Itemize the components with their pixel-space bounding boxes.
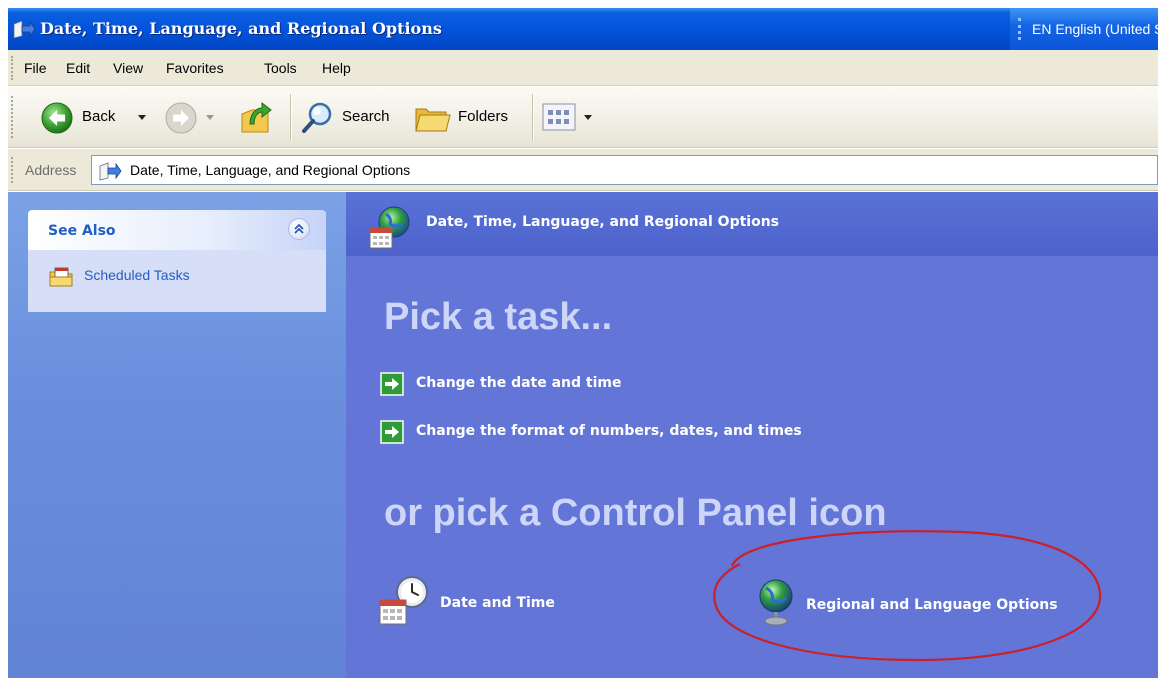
window-title: Date, Time, Language, and Regional Optio… xyxy=(40,19,442,38)
task-label[interactable]: Change the format of numbers, dates, and… xyxy=(416,423,802,439)
globe-icon xyxy=(756,576,796,632)
pick-task-heading: Pick a task... xyxy=(384,296,613,338)
search-icon xyxy=(300,100,336,140)
date-time-icon xyxy=(376,574,432,634)
date-time-language-category-icon xyxy=(366,204,414,252)
cp-icon-date-and-time[interactable]: Date and Time xyxy=(376,574,616,630)
green-arrow-icon xyxy=(380,372,404,396)
content-area: Date, Time, Language, and Regional Optio… xyxy=(346,192,1158,678)
cp-icon-label[interactable]: Date and Time xyxy=(440,595,555,611)
cp-icon-label[interactable]: Regional and Language Options xyxy=(806,597,1058,613)
scheduled-tasks-icon xyxy=(48,264,74,292)
views-button[interactable] xyxy=(540,98,600,136)
standard-toolbar: Back Search Folders xyxy=(8,86,1158,148)
see-also-header[interactable]: See Also xyxy=(28,210,326,250)
back-dropdown-icon[interactable] xyxy=(138,115,146,120)
address-value[interactable]: Date, Time, Language, and Regional Optio… xyxy=(130,162,410,178)
folders-button[interactable]: Folders xyxy=(412,98,524,136)
menu-favorites[interactable]: Favorites xyxy=(166,60,224,76)
menu-file[interactable]: File xyxy=(24,60,47,76)
control-panel-folder-icon xyxy=(98,160,122,182)
category-title: Date, Time, Language, and Regional Optio… xyxy=(426,214,779,230)
menu-help[interactable]: Help xyxy=(322,60,351,76)
up-folder-button[interactable] xyxy=(234,96,278,138)
toolbar-separator xyxy=(532,94,533,140)
search-label: Search xyxy=(342,108,390,125)
see-also-title: See Also xyxy=(48,223,116,239)
back-arrow-icon xyxy=(40,101,74,139)
address-field[interactable]: Date, Time, Language, and Regional Optio… xyxy=(91,155,1158,185)
language-indicator[interactable]: EN English (United States) xyxy=(1032,21,1158,37)
toolbar-separator xyxy=(290,94,291,140)
task-pane: See Also Scheduled Tasks xyxy=(8,192,346,678)
menu-tools[interactable]: Tools xyxy=(264,60,297,76)
address-bar: Address Date, Time, Language, and Region… xyxy=(8,149,1158,191)
search-button[interactable]: Search xyxy=(298,98,404,136)
language-bar[interactable]: EN English (United States) xyxy=(1010,8,1158,50)
title-bar[interactable]: Date, Time, Language, and Regional Optio… xyxy=(8,8,1158,50)
address-label: Address xyxy=(25,162,77,178)
explorer-window: Date, Time, Language, and Regional Optio… xyxy=(8,8,1158,678)
menu-view[interactable]: View xyxy=(113,60,143,76)
menu-bar-grip[interactable] xyxy=(11,56,13,80)
forward-arrow-icon xyxy=(164,101,198,139)
collapse-chevron-icon[interactable] xyxy=(288,218,310,240)
back-label: Back xyxy=(82,108,116,125)
menu-bar: File Edit View Favorites Tools Help xyxy=(8,50,1158,86)
views-dropdown-icon[interactable] xyxy=(584,115,592,120)
see-also-item-label[interactable]: Scheduled Tasks xyxy=(84,267,190,283)
address-bar-grip[interactable] xyxy=(11,157,13,183)
folders-label: Folders xyxy=(458,108,509,125)
see-also-body: Scheduled Tasks xyxy=(28,250,326,312)
up-folder-icon xyxy=(238,98,274,140)
cp-icon-regional-and-language-options[interactable]: Regional and Language Options xyxy=(756,576,1116,632)
control-panel-folder-icon xyxy=(12,18,36,40)
back-button[interactable]: Back xyxy=(38,98,156,136)
see-also-panel: See Also Scheduled Tasks xyxy=(28,210,326,312)
language-bar-grip[interactable] xyxy=(1018,18,1021,40)
forward-dropdown-icon[interactable] xyxy=(206,115,214,120)
toolbar-grip[interactable] xyxy=(11,96,13,138)
forward-button[interactable] xyxy=(162,98,218,136)
menu-edit[interactable]: Edit xyxy=(66,60,90,76)
category-header: Date, Time, Language, and Regional Optio… xyxy=(346,192,1158,256)
task-label[interactable]: Change the date and time xyxy=(416,375,622,391)
folders-icon xyxy=(414,101,452,139)
pick-control-panel-icon-heading: or pick a Control Panel icon xyxy=(384,492,887,534)
views-icon xyxy=(542,103,576,135)
green-arrow-icon xyxy=(380,420,404,444)
